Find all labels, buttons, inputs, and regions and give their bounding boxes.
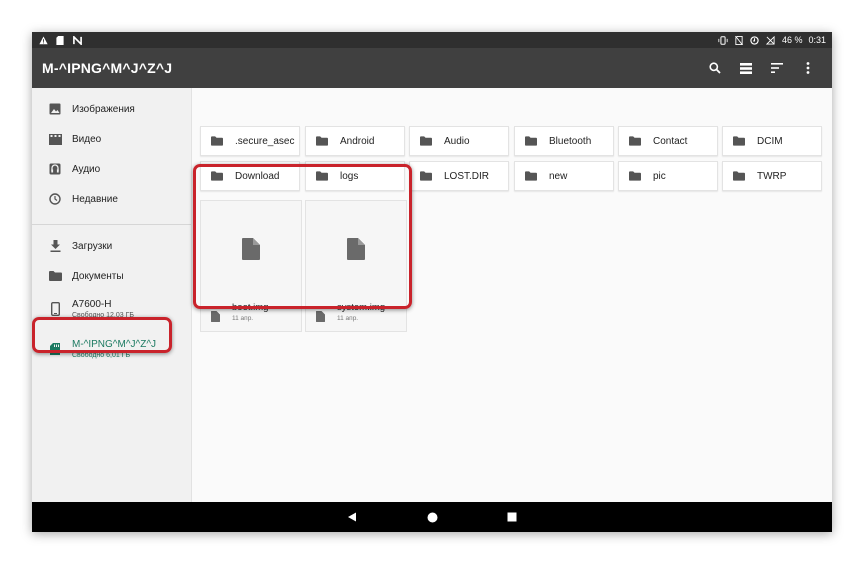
warning-icon	[38, 35, 48, 45]
file-small-icon	[211, 309, 220, 322]
folder-tile[interactable]: logs	[305, 161, 405, 191]
sidebar-item-video[interactable]: Видео	[32, 124, 191, 154]
folder-tile[interactable]: new	[514, 161, 614, 191]
file-icon	[242, 238, 260, 260]
storage-free-space: Свободно 6,01 ГБ	[72, 352, 131, 359]
sidebar-item-recent[interactable]: Недавние	[32, 184, 191, 214]
folder-name: logs	[340, 170, 359, 182]
folder-name: TWRP	[757, 170, 787, 182]
file-browser-content: .secure_asec Android Audio Bluetooth Contact…	[192, 88, 832, 502]
storage-name: M-^IPNG^M^J^Z^J	[72, 339, 157, 350]
sd-card-icon	[48, 342, 62, 356]
image-icon	[48, 102, 62, 116]
folder-icon	[211, 171, 223, 181]
sd-card-status-icon	[55, 35, 65, 45]
folder-icon	[211, 136, 223, 146]
no-signal-icon	[766, 35, 776, 45]
sidebar-item-audio[interactable]: Аудио	[32, 154, 191, 184]
folder-icon	[629, 171, 641, 181]
sidebar-item-label: Недавние	[72, 193, 118, 205]
folder-tile[interactable]: LOST.DIR	[409, 161, 509, 191]
clock-icon	[48, 192, 62, 206]
sidebar-item-label: Аудио	[72, 163, 101, 175]
folder-icon	[629, 136, 641, 146]
back-icon[interactable]	[345, 510, 359, 524]
folder-tile[interactable]: pic	[618, 161, 718, 191]
folder-tile[interactable]: Contact	[618, 126, 718, 156]
sidebar-item-label: Загрузки	[72, 240, 113, 252]
folder-tile[interactable]: DCIM	[722, 126, 822, 156]
folder-tile[interactable]: .secure_asec	[200, 126, 300, 156]
status-time: 0:31	[808, 35, 826, 45]
folder-icon	[525, 171, 537, 181]
sidebar-item-label: Документы	[72, 270, 124, 282]
toolbar-title: M-^IPNG^M^J^Z^J	[42, 60, 173, 76]
file-card[interactable]: system.img 11 апр.	[305, 200, 407, 332]
folder-name: Android	[340, 135, 375, 147]
folder-icon	[420, 136, 432, 146]
folder-name: DCIM	[757, 135, 783, 147]
folder-name: Contact	[653, 135, 688, 147]
folder-tile[interactable]: TWRP	[722, 161, 822, 191]
sidebar-item-internal-storage[interactable]: A7600-H Свободно 12,03 ГБ	[32, 291, 191, 327]
sort-icon[interactable]	[769, 60, 785, 76]
file-icon	[347, 238, 365, 260]
navigation-drawer: Изображения Видео Аудио Недавние Загрузк…	[32, 88, 192, 502]
folder-name: .secure_asec	[235, 135, 295, 147]
nfc-icon	[72, 35, 82, 45]
vibrate-icon	[718, 35, 728, 45]
storage-free-space: Свободно 12,03 ГБ	[72, 312, 134, 319]
app-toolbar: M-^IPNG^M^J^Z^J	[32, 48, 832, 88]
folder-icon	[525, 136, 537, 146]
folder-icon	[733, 171, 745, 181]
search-icon[interactable]	[707, 60, 723, 76]
file-date: 11 апр.	[232, 315, 254, 322]
home-icon[interactable]	[425, 510, 439, 524]
folder-tile[interactable]: Audio	[409, 126, 509, 156]
system-navigation-bar	[32, 502, 832, 532]
video-icon	[48, 132, 62, 146]
folder-name: LOST.DIR	[444, 170, 490, 182]
data-saver-icon	[750, 35, 760, 45]
folder-name: pic	[653, 170, 666, 182]
list-view-icon[interactable]	[738, 60, 754, 76]
file-name: boot.img	[232, 302, 269, 313]
folder-tile[interactable]: Download	[200, 161, 300, 191]
folder-icon	[733, 136, 745, 146]
download-icon	[48, 239, 62, 253]
folder-name: new	[549, 170, 568, 182]
app-window: 46 % 0:31 M-^IPNG^M^J^Z^J Изображения Ви…	[32, 32, 832, 532]
sidebar-item-downloads[interactable]: Загрузки	[32, 231, 191, 261]
phone-icon	[48, 302, 62, 316]
folder-icon	[420, 171, 432, 181]
file-date: 11 апр.	[337, 315, 359, 322]
storage-name: A7600-H	[72, 299, 112, 310]
sidebar-item-documents[interactable]: Документы	[32, 261, 191, 291]
file-small-icon	[316, 309, 325, 322]
file-name: system.img	[337, 302, 386, 313]
sidebar-item-label: Видео	[72, 133, 102, 145]
folder-name: Audio	[444, 135, 470, 147]
sidebar-item-label: Изображения	[72, 103, 135, 115]
folder-name: Bluetooth	[549, 135, 592, 147]
sidebar-item-images[interactable]: Изображения	[32, 94, 191, 124]
folder-icon	[316, 171, 328, 181]
folder-icon	[316, 136, 328, 146]
status-bar: 46 % 0:31	[32, 32, 832, 48]
sidebar-item-sd-card[interactable]: M-^IPNG^M^J^Z^J Свободно 6,01 ГБ	[32, 331, 191, 367]
sidebar-divider	[32, 224, 191, 225]
no-sim-icon	[734, 35, 744, 45]
folder-name: Download	[235, 170, 280, 182]
battery-percent: 46 %	[781, 35, 803, 45]
more-options-icon[interactable]	[800, 60, 816, 76]
folder-icon	[48, 269, 62, 283]
folder-tile[interactable]: Bluetooth	[514, 126, 614, 156]
recents-icon[interactable]	[505, 510, 519, 524]
file-card[interactable]: boot.img 11 апр.	[200, 200, 302, 332]
audio-icon	[48, 162, 62, 176]
folder-tile[interactable]: Android	[305, 126, 405, 156]
